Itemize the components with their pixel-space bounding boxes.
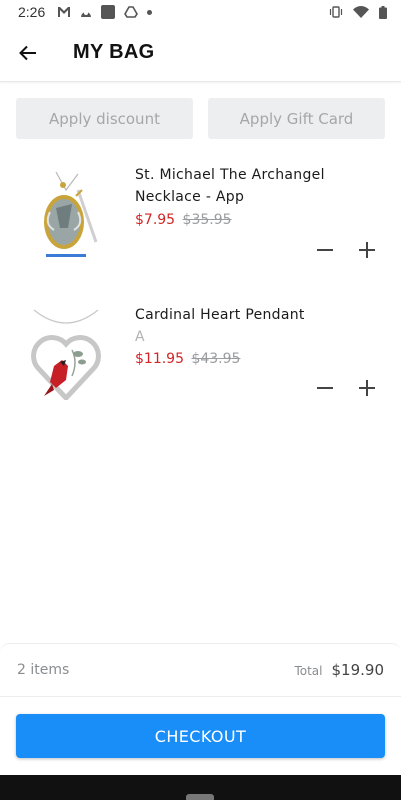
- quantity-stepper: [317, 242, 375, 258]
- more-notifications-icon: [147, 9, 153, 15]
- vibrate-icon: [329, 6, 343, 18]
- apply-discount-button[interactable]: Apply discount: [16, 98, 193, 139]
- checkout-button[interactable]: CHECKOUT: [16, 714, 385, 758]
- battery-icon: [379, 5, 387, 19]
- order-summary: 2 items Total $19.90: [0, 643, 401, 697]
- minus-icon: [317, 387, 333, 389]
- cart-item: St. Michael The Archangel Necklace - App…: [0, 160, 401, 280]
- app-notification-icon: [81, 11, 92, 17]
- app-header: MY BAG: [0, 24, 401, 82]
- cart-item: Cardinal Heart Pendant A $11.95 $43.95: [0, 300, 401, 420]
- decrease-quantity-button[interactable]: [317, 380, 333, 396]
- cardinal-pendant-image: [31, 309, 101, 402]
- drive-icon: [124, 6, 139, 18]
- discount-actions: Apply discount Apply Gift Card: [16, 98, 385, 139]
- item-price: $11.95 $43.95: [135, 348, 385, 370]
- arrow-left-icon: [19, 45, 36, 60]
- status-time: 2:26: [18, 4, 46, 20]
- decrease-quantity-button[interactable]: [317, 242, 333, 258]
- minus-icon: [317, 249, 333, 251]
- items-count: 2 items: [17, 662, 70, 678]
- photo-notification-icon: [101, 5, 116, 19]
- product-image[interactable]: [22, 304, 110, 402]
- product-image[interactable]: [22, 168, 110, 264]
- item-name[interactable]: Cardinal Heart Pendant: [135, 304, 385, 326]
- original-price: $35.95: [182, 212, 232, 228]
- total-label: Total: [294, 664, 323, 678]
- apply-gift-card-button[interactable]: Apply Gift Card: [208, 98, 385, 139]
- sale-price: $11.95: [135, 351, 184, 367]
- wifi-icon: [353, 6, 369, 18]
- increase-quantity-button[interactable]: [359, 380, 375, 396]
- item-price: $7.95 $35.95: [135, 209, 385, 231]
- increase-quantity-button[interactable]: [359, 242, 375, 258]
- item-details: St. Michael The Archangel Necklace - App…: [135, 164, 385, 231]
- status-bar: 2:26: [0, 0, 401, 24]
- item-variant: A: [135, 329, 145, 345]
- archangel-necklace-image: [44, 171, 98, 257]
- original-price: $43.95: [191, 351, 241, 367]
- total-value: $19.90: [331, 661, 385, 679]
- home-handle[interactable]: [186, 794, 214, 800]
- system-icons: [329, 5, 387, 19]
- quantity-stepper: [317, 380, 375, 396]
- item-details: Cardinal Heart Pendant A $11.95 $43.95: [135, 304, 385, 370]
- back-button[interactable]: [0, 24, 56, 82]
- gmail-icon: [58, 7, 71, 17]
- page-title: MY BAG: [73, 41, 155, 63]
- order-total: Total $19.90: [294, 661, 384, 679]
- notification-icons: [57, 5, 153, 19]
- item-name[interactable]: St. Michael The Archangel Necklace - App: [135, 164, 385, 208]
- sale-price: $7.95: [135, 212, 176, 228]
